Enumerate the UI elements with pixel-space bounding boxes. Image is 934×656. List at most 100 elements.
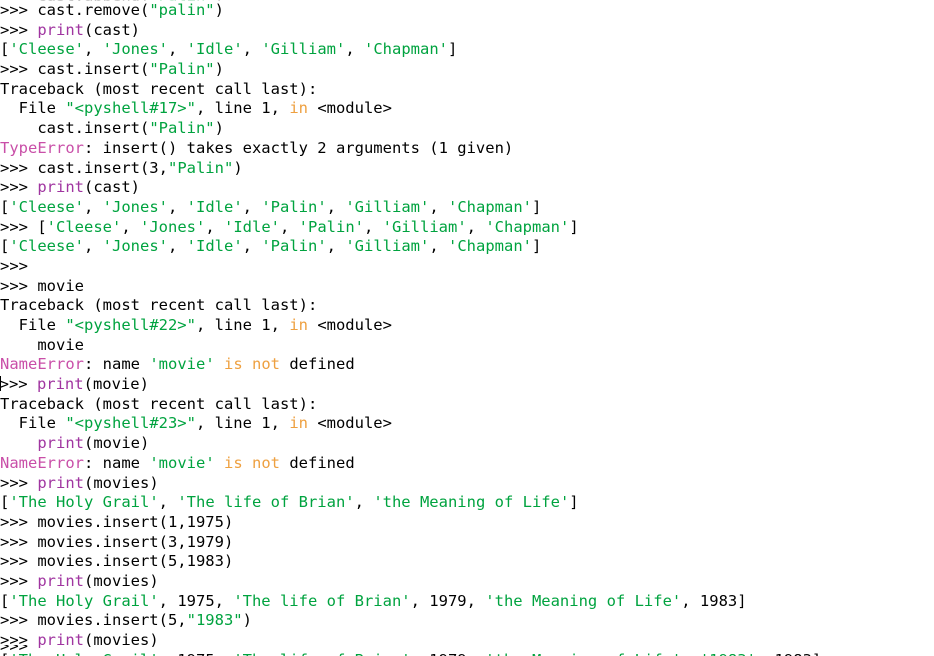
token-text: , 1975, (158, 591, 234, 610)
string-literal: "Palin" (167, 158, 234, 177)
token-text: , (280, 217, 299, 236)
token-text: [ (0, 591, 10, 610)
prompt-marker: >>> (0, 473, 38, 492)
string-literal: 'Idle' (224, 217, 280, 236)
string-literal: "Palin" (149, 119, 215, 138)
token-text: ] (569, 493, 579, 512)
token-text: : name (84, 355, 150, 374)
clipped-top-line: >>> cast.append("Palin") (0, 0, 934, 1)
prompt-marker: >>> (0, 158, 38, 177)
token-text: ] (532, 237, 542, 256)
token-text: , line 1, (195, 316, 290, 334)
traceback-keyword: is not (224, 453, 280, 472)
string-literal: 'Gilliam' (382, 217, 467, 236)
shell-line: cast.insert("Palin") (0, 119, 934, 139)
string-literal: "Palin" (149, 0, 214, 1)
token-text: <module> (307, 414, 392, 433)
token-text: File (0, 99, 66, 118)
shell-line: File "<pyshell#23>", line 1, in <module> (0, 414, 934, 434)
token-text: (movie) (83, 375, 149, 394)
token-text: movies.insert(5, (37, 611, 187, 630)
shell-line: >>> (0, 645, 934, 656)
token-text: : name (84, 453, 150, 472)
token-text: ) (214, 119, 224, 138)
prompt-marker: >>> (0, 552, 38, 571)
prompt-marker: >>> (0, 217, 38, 236)
shell-line: >>> print(cast) (0, 21, 934, 41)
string-literal: 'Idle' (186, 197, 243, 216)
shell-line: >>> movies.insert(1,1975) (0, 513, 934, 533)
token-text: ) (242, 611, 252, 630)
shell-line: Traceback (most recent call last): (0, 296, 934, 316)
exception-name: TypeError (0, 138, 84, 157)
shell-line: >>> print(movies) (0, 572, 934, 592)
token-text: , (326, 197, 346, 216)
shell-line: TypeError: insert() takes exactly 2 argu… (0, 139, 934, 159)
token-text: , (168, 197, 187, 216)
prompt-marker: >>> (0, 532, 38, 551)
string-literal: 'Chapman' (448, 237, 533, 256)
exception-name: NameError (0, 453, 84, 472)
shell-line: Traceback (most recent call last): (0, 395, 934, 415)
token-text: defined (280, 453, 355, 472)
token-text: , 1979, (410, 591, 486, 610)
traceback-keyword: in (289, 316, 308, 334)
token-text: , (326, 237, 346, 256)
shell-line-list: >>> cast.remove("palin") >>> print(cast)[… (0, 1, 934, 656)
token-text: cast (37, 0, 74, 1)
prompt-marker: >>> (0, 178, 38, 197)
string-literal: "palin" (149, 1, 215, 19)
token-text: [ (37, 217, 47, 236)
token-text: ] (569, 217, 579, 236)
string-literal: 'Gilliam' (345, 237, 430, 256)
token-text: , (168, 40, 187, 59)
shell-line: Traceback (most recent call last): (0, 80, 934, 100)
shell-line: ['Cleese', 'Jones', 'Idle', 'Palin', 'Gi… (0, 198, 934, 218)
string-literal: 'Cleese' (9, 197, 84, 216)
builtin-name: print (37, 20, 84, 39)
token-text: , (121, 217, 140, 236)
string-literal: 'Idle' (186, 40, 243, 59)
traceback-keyword: in (289, 414, 308, 433)
token-text: , line 1, (195, 99, 290, 118)
string-literal: 'Jones' (102, 237, 168, 256)
string-literal: 'The life of Brian' (233, 591, 411, 610)
token-text: , (205, 217, 224, 236)
prompt-marker: >>> (0, 645, 38, 655)
shell-line: >>> print(movie) (0, 375, 934, 395)
string-literal: 'Jones' (102, 40, 168, 59)
shell-line: File "<pyshell#22>", line 1, in <module> (0, 316, 934, 336)
string-literal: 'Chapman' (364, 40, 449, 59)
prompt-marker: >>> (0, 60, 38, 79)
shell-line: >>> movies.insert(3,1979) (0, 533, 934, 553)
string-literal: 'Palin' (261, 197, 327, 216)
token-text: ] (532, 197, 542, 216)
token-text: File (0, 414, 66, 433)
prompt-marker: >>> (0, 375, 37, 394)
python-shell-output-pane[interactable]: >>> cast.append("Palin") >>> cast.remove… (0, 0, 934, 656)
traceback-keyword: is not (224, 355, 280, 374)
token-text: [ (0, 237, 10, 256)
token-text: , (429, 197, 449, 216)
token-text: cast.insert( (37, 60, 150, 79)
token-text: , (242, 40, 262, 59)
prompt-marker: >>> (0, 571, 38, 590)
shell-line: NameError: name 'movie' is not defined (0, 454, 934, 474)
shell-line: >>> movies.insert(5,1983) (0, 552, 934, 572)
builtin-name: print (36, 375, 84, 394)
token-text: , (84, 197, 103, 216)
shell-line: ['The Holy Grail', 'The life of Brian', … (0, 493, 934, 513)
string-literal: 'Palin' (298, 217, 364, 236)
string-literal: 'Palin' (261, 237, 327, 256)
token-text: movie (37, 276, 84, 295)
token-text: , (466, 217, 486, 236)
shell-line: File "<pyshell#17>", line 1, in <module> (0, 99, 934, 119)
token-text: , 1983] (681, 591, 747, 610)
string-literal: "Palin" (149, 60, 215, 79)
shell-line: >>> movies.insert(5,"1983") (0, 611, 934, 631)
prompt-marker: >>> (0, 256, 28, 275)
token-text: ) (214, 1, 224, 19)
string-literal: 'The Holy Grail' (9, 493, 159, 512)
